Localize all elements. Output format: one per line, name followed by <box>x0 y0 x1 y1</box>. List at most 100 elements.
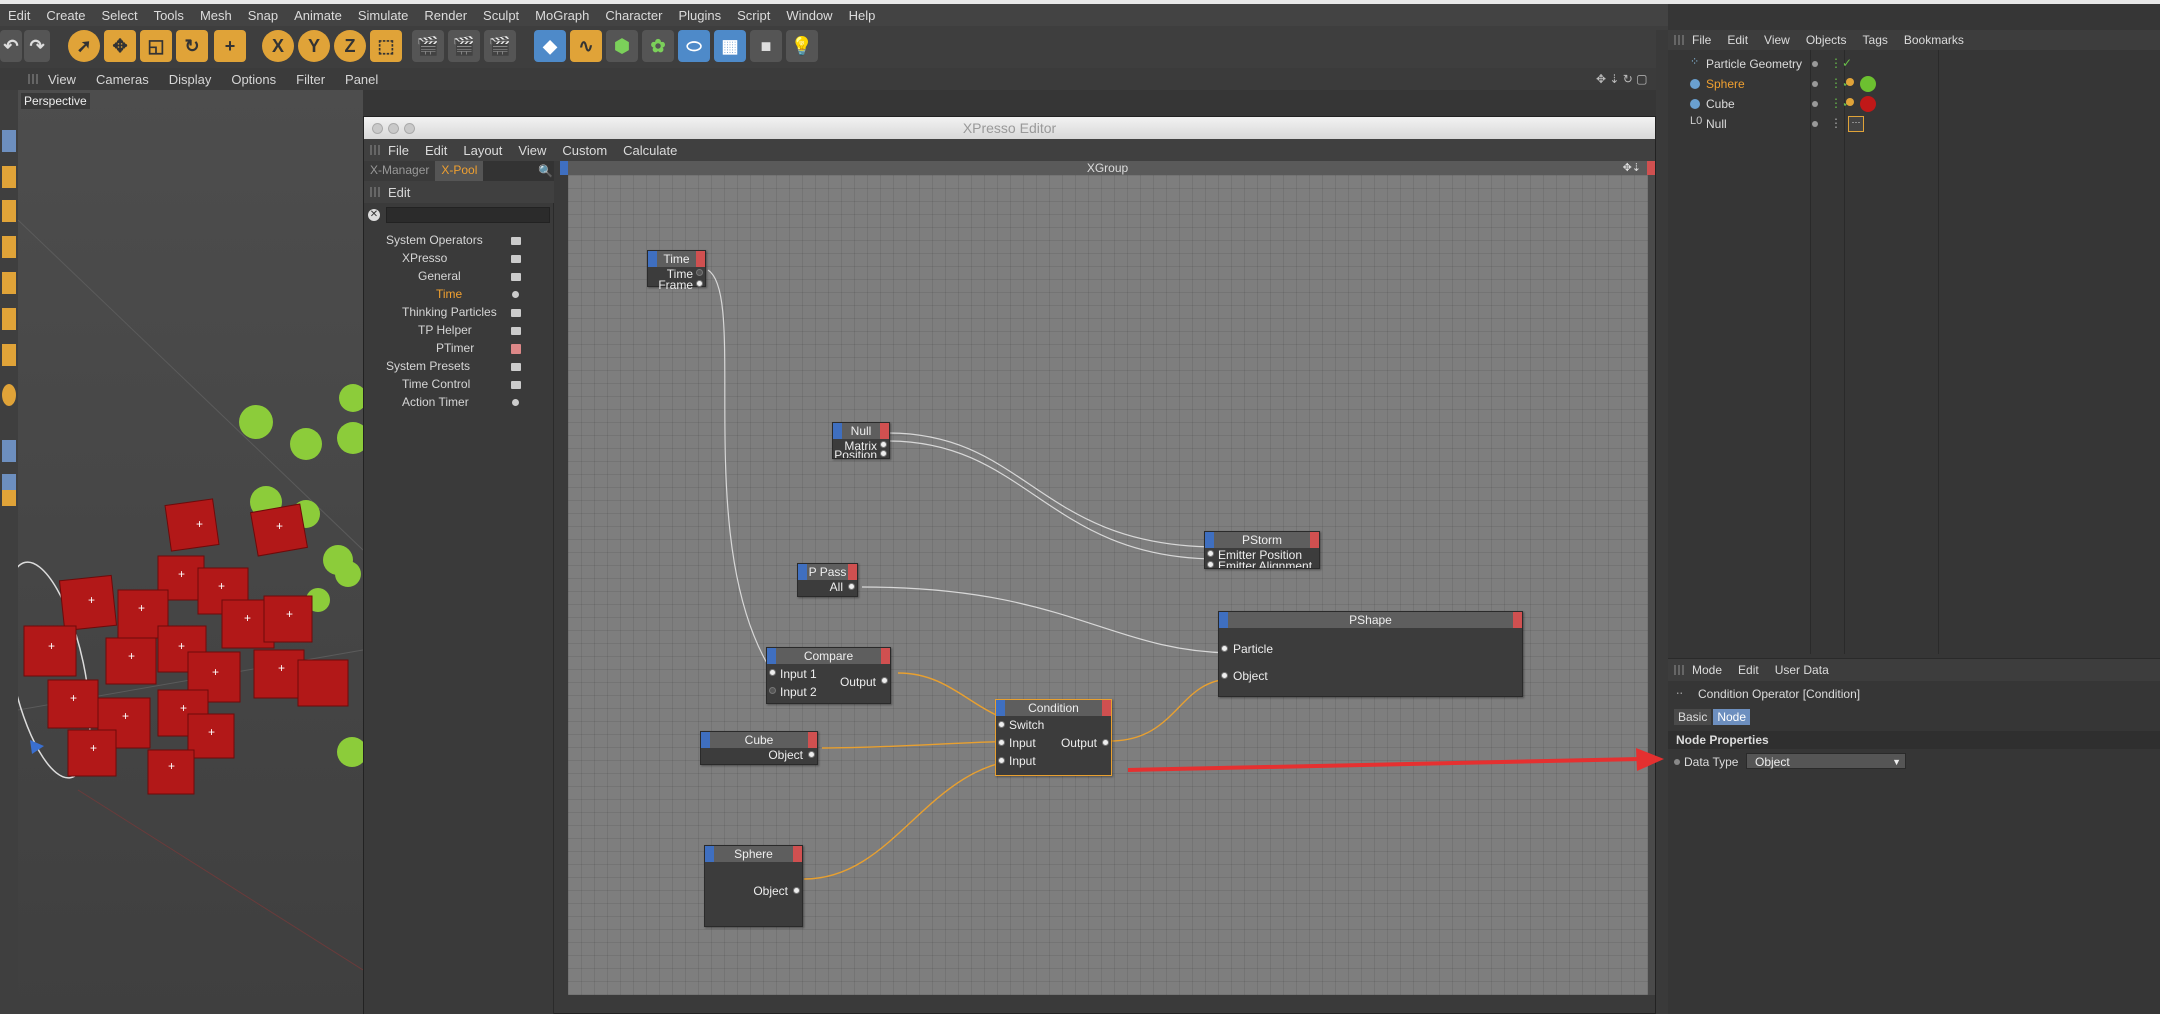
xgroup-header[interactable]: XGroup ✥⇣ <box>560 161 1655 175</box>
y-axis-icon[interactable]: Y <box>298 30 330 62</box>
viewport-menu-filter[interactable]: Filter <box>286 72 335 87</box>
points-mode-icon[interactable] <box>2 200 16 222</box>
port-dot[interactable] <box>998 721 1005 728</box>
tree-item-tp-helper[interactable]: TP Helper <box>418 323 472 337</box>
red-material-tag-icon[interactable] <box>1860 96 1876 112</box>
object-row-null[interactable]: L0 Null ⋮ ⋯ <box>1668 114 2160 134</box>
port-dot[interactable] <box>769 687 776 694</box>
window-close-button[interactable] <box>372 123 383 134</box>
menu-sculpt[interactable]: Sculpt <box>475 8 527 23</box>
xpresso-tag-icon[interactable]: ⋯ <box>1848 116 1864 132</box>
undo-icon[interactable]: ↶ <box>0 30 22 62</box>
menu-snap[interactable]: Snap <box>240 8 286 23</box>
xpresso-menu-file[interactable]: File <box>380 143 417 158</box>
menu-help[interactable]: Help <box>841 8 884 23</box>
menu-edit[interactable]: Edit <box>0 8 38 23</box>
menu-select[interactable]: Select <box>93 8 145 23</box>
polygons-mode-icon[interactable] <box>2 272 16 294</box>
node-condition[interactable]: Condition Switch Input Input Output <box>995 699 1112 776</box>
viewport-menu-cameras[interactable]: Cameras <box>86 72 159 87</box>
scene-floor-icon[interactable]: ▦ <box>714 30 746 62</box>
data-type-select[interactable]: Object ▼ <box>1746 753 1906 769</box>
port-dot[interactable] <box>696 269 703 276</box>
port-dot[interactable] <box>1221 672 1228 679</box>
canvas-scrollbar[interactable] <box>1648 175 1655 995</box>
am-menu-mode[interactable]: Mode <box>1684 663 1730 677</box>
nurbs-icon[interactable]: ⬢ <box>606 30 638 62</box>
port-dot[interactable] <box>998 739 1005 746</box>
xpresso-menu-layout[interactable]: Layout <box>455 143 510 158</box>
window-minimize-button[interactable] <box>388 123 399 134</box>
tab-basic[interactable]: Basic <box>1674 709 1712 725</box>
tree-item-xpresso[interactable]: XPresso <box>402 251 447 265</box>
xgroup-output-port[interactable] <box>1647 161 1655 175</box>
scale-tool-icon[interactable]: ◱ <box>140 30 172 62</box>
port-dot[interactable] <box>998 757 1005 764</box>
tree-item-system-operators[interactable]: System Operators <box>386 233 483 247</box>
render-picture-viewer-icon[interactable]: 🎬 <box>448 30 480 62</box>
port-dot[interactable] <box>880 441 887 448</box>
viewport-menu-options[interactable]: Options <box>221 72 286 87</box>
tab-x-pool[interactable]: X-Pool <box>435 161 484 181</box>
node-pshape[interactable]: PShape Particle Object <box>1218 611 1523 697</box>
green-material-tag-icon[interactable] <box>1860 76 1876 92</box>
3d-viewport[interactable]: Perspective + + + + + + + + + + + + + + … <box>18 90 363 1014</box>
port-dot[interactable] <box>696 280 703 287</box>
render-view-icon[interactable]: 🎬 <box>412 30 444 62</box>
om-menu-tags[interactable]: Tags <box>1855 33 1896 47</box>
visibility-dot[interactable] <box>1812 101 1818 107</box>
tweak-mode-icon[interactable] <box>2 344 16 366</box>
node-time[interactable]: Time Time Frame <box>647 250 706 292</box>
xgroup-input-port[interactable] <box>560 161 568 175</box>
om-menu-view[interactable]: View <box>1756 33 1798 47</box>
tree-item-ptimer[interactable]: PTimer <box>436 341 474 355</box>
render-settings-icon[interactable]: 🎬 <box>484 30 516 62</box>
port-dot[interactable] <box>1221 645 1228 652</box>
deformer-icon[interactable]: ⬭ <box>678 30 710 62</box>
port-dot[interactable] <box>769 669 776 676</box>
viewport-menu-panel[interactable]: Panel <box>335 72 388 87</box>
z-axis-icon[interactable]: Z <box>334 30 366 62</box>
port-dot[interactable] <box>1207 550 1214 557</box>
enabled-check-icon[interactable]: ⋮ <box>1830 116 1842 130</box>
visibility-dot[interactable] <box>1812 61 1818 67</box>
tree-item-thinking-particles[interactable]: Thinking Particles <box>402 305 497 319</box>
mograph-cloner-icon[interactable]: ✿ <box>642 30 674 62</box>
phong-tag-icon[interactable] <box>1846 78 1854 86</box>
menu-window[interactable]: Window <box>778 8 840 23</box>
tree-item-time-control[interactable]: Time Control <box>402 377 470 391</box>
tree-item-action-timer[interactable]: Action Timer <box>402 395 469 409</box>
redo-icon[interactable]: ↷ <box>24 30 50 62</box>
xgroup-nav-icons[interactable]: ✥⇣ <box>1623 161 1641 175</box>
node-compare[interactable]: Compare Input 1 Input 2 Output <box>766 647 891 704</box>
visibility-dot[interactable] <box>1812 121 1818 127</box>
snap-icon[interactable] <box>2 384 16 406</box>
rotate-tool-icon[interactable]: ↻ <box>176 30 208 62</box>
enabled-check-icon[interactable]: ⋮✓ <box>1830 56 1852 70</box>
model-mode-icon[interactable] <box>2 130 16 152</box>
am-menu-edit[interactable]: Edit <box>1730 663 1767 677</box>
visibility-dot[interactable] <box>1812 81 1818 87</box>
xpresso-menu-view[interactable]: View <box>510 143 554 158</box>
om-menu-objects[interactable]: Objects <box>1798 33 1855 47</box>
node-cube[interactable]: Cube Object <box>700 731 818 765</box>
move-tool-icon[interactable]: ✥ <box>104 30 136 62</box>
menu-create[interactable]: Create <box>38 8 93 23</box>
tree-item-system-presets[interactable]: System Presets <box>386 359 470 373</box>
am-menu-user-data[interactable]: User Data <box>1767 663 1837 677</box>
xpresso-menu-custom[interactable]: Custom <box>554 143 615 158</box>
texture-mode-icon[interactable] <box>2 166 16 188</box>
menu-render[interactable]: Render <box>416 8 475 23</box>
cube-primitive-icon[interactable]: ◆ <box>534 30 566 62</box>
node-ppass[interactable]: P Pass All <box>797 563 858 597</box>
coordinate-system-icon[interactable]: ⬚ <box>370 30 402 62</box>
workplane-icon[interactable] <box>2 440 16 462</box>
xpresso-menu-calculate[interactable]: Calculate <box>615 143 685 158</box>
axis-mode-icon[interactable] <box>2 308 16 330</box>
menu-tools[interactable]: Tools <box>146 8 192 23</box>
om-menu-edit[interactable]: Edit <box>1719 33 1756 47</box>
menu-mesh[interactable]: Mesh <box>192 8 240 23</box>
port-dot[interactable] <box>848 583 855 590</box>
phong-tag-icon[interactable] <box>1846 98 1854 106</box>
light-icon[interactable]: 💡 <box>786 30 818 62</box>
